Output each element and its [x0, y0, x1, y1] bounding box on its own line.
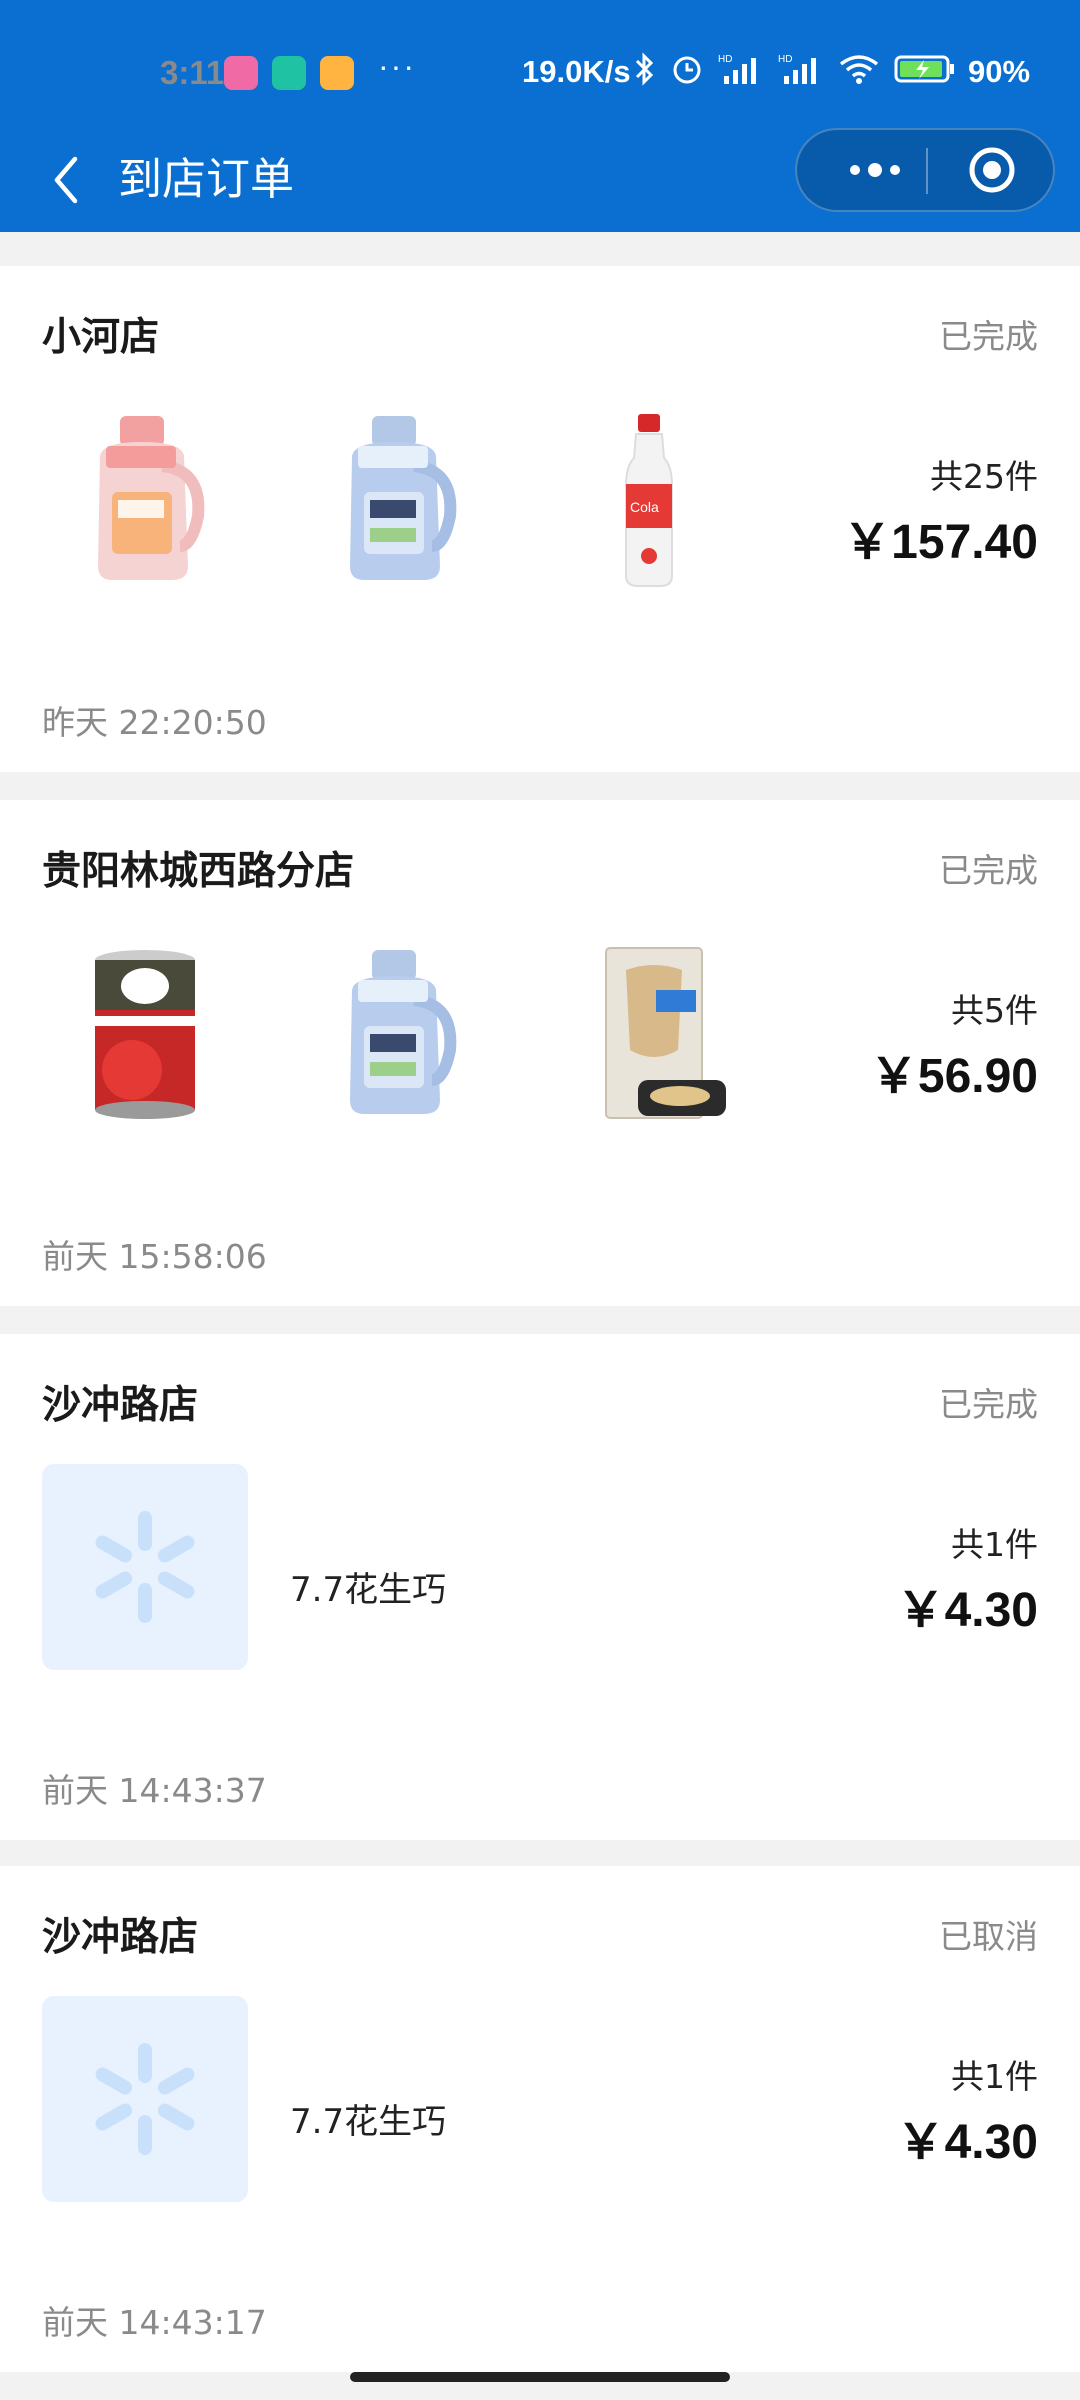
message-notification-icon: [320, 56, 354, 90]
product-thumbnail: [546, 930, 752, 1136]
status-more-icon: ···: [378, 48, 416, 84]
product-thumbnails: [42, 1996, 248, 2206]
order-card[interactable]: 沙冲路店 已完成 7.7花生巧 共1件 ￥4.30 前天 14:43:37: [0, 1334, 1080, 1840]
order-time: 前天 15:58:06: [42, 1237, 267, 1276]
product-thumbnail: [42, 930, 248, 1136]
order-status: 已取消: [939, 1917, 1038, 1956]
security-notification-icon: [272, 56, 306, 90]
page-title: 到店订单: [118, 154, 294, 205]
item-count: 共5件: [951, 991, 1038, 1030]
more-button[interactable]: [825, 130, 925, 210]
order-price: ￥4.30: [896, 2116, 1038, 2169]
tomato-can: [95, 950, 195, 1119]
item-count: 共1件: [951, 2057, 1038, 2096]
nav-bar: 到店订单: [0, 128, 1080, 232]
item-name: 7.7花生巧: [290, 1570, 447, 1610]
product-placeholder: [42, 1464, 248, 1670]
dried-fish-pack: [605, 947, 726, 1119]
signal-hd-icon: HD: [718, 54, 756, 84]
svg-text:Cola: Cola: [630, 499, 659, 515]
order-time: 昨天 22:20:50: [42, 703, 267, 742]
pink-detergent-bottle: [98, 416, 205, 580]
product-thumbnail: [294, 930, 500, 1136]
product-thumbnail: Cola: [546, 396, 752, 602]
more-dots-icon: [850, 163, 900, 177]
order-time: 前天 14:43:17: [42, 2303, 267, 2342]
order-status: 已完成: [939, 317, 1038, 356]
header: 3:11 ··· 19.0K/s HD HD 90% 到店订单: [0, 0, 1080, 232]
svg-text:HD: HD: [778, 54, 792, 65]
app-notification-icon: [224, 56, 258, 90]
close-button[interactable]: [947, 130, 1037, 210]
target-close-icon: [969, 147, 1015, 193]
item-name: 7.7花生巧: [290, 2102, 447, 2142]
spark-logo-icon: [95, 2043, 195, 2155]
status-time: 3:11: [160, 54, 225, 91]
order-status: 已完成: [939, 1385, 1038, 1424]
store-name: 沙冲路店: [42, 1915, 199, 1960]
svg-text:HD: HD: [718, 54, 732, 65]
store-name: 小河店: [42, 315, 160, 360]
order-card[interactable]: 沙冲路店 已取消 7.7花生巧 共1件 ￥4.30 前天 14:43:17: [0, 1866, 1080, 2372]
bluetooth-icon: [635, 52, 654, 86]
store-name: 沙冲路店: [42, 1383, 199, 1428]
product-thumbnails: [42, 930, 752, 1140]
product-placeholder: [42, 1996, 248, 2202]
network-speed: 19.0K/s: [522, 54, 631, 89]
back-arrow-icon: [54, 156, 78, 204]
item-count: 共25件: [930, 457, 1038, 496]
wifi-icon: [839, 55, 879, 84]
product-thumbnail: [294, 396, 500, 602]
home-indicator[interactable]: [350, 2372, 730, 2382]
alarm-icon: [673, 56, 701, 84]
order-price: ￥4.30: [896, 1584, 1038, 1637]
product-thumbnail: [42, 396, 248, 602]
product-thumbnails: Cola: [42, 396, 752, 606]
battery-percent: 90%: [968, 54, 1031, 89]
blue-detergent-bottle: [350, 416, 457, 580]
battery-charging-icon: [894, 55, 954, 83]
order-card[interactable]: 贵阳林城西路分店 已完成 共5件 ￥56.90 前天 15:58:06: [0, 800, 1080, 1306]
order-time: 前天 14:43:37: [42, 1771, 267, 1810]
miniprogram-capsule: [795, 128, 1055, 212]
order-price: ￥56.90: [869, 1050, 1038, 1103]
spark-logo-icon: [95, 1511, 195, 1623]
cola-bottle: Cola: [625, 414, 673, 587]
back-button[interactable]: [36, 142, 96, 218]
signal-hd-icon: HD: [778, 54, 816, 84]
store-name: 贵阳林城西路分店: [42, 849, 355, 894]
item-count: 共1件: [951, 1525, 1038, 1564]
capsule-divider: [926, 148, 928, 194]
order-card[interactable]: 小河店 已完成 Cola 共25件 ￥157.40 昨天 22:20:50: [0, 266, 1080, 772]
product-thumbnails: [42, 1464, 248, 1674]
order-price: ￥157.40: [843, 516, 1038, 569]
blue-detergent-bottle: [350, 950, 457, 1114]
status-icons: HD HD: [634, 52, 956, 86]
order-status: 已完成: [939, 851, 1038, 890]
